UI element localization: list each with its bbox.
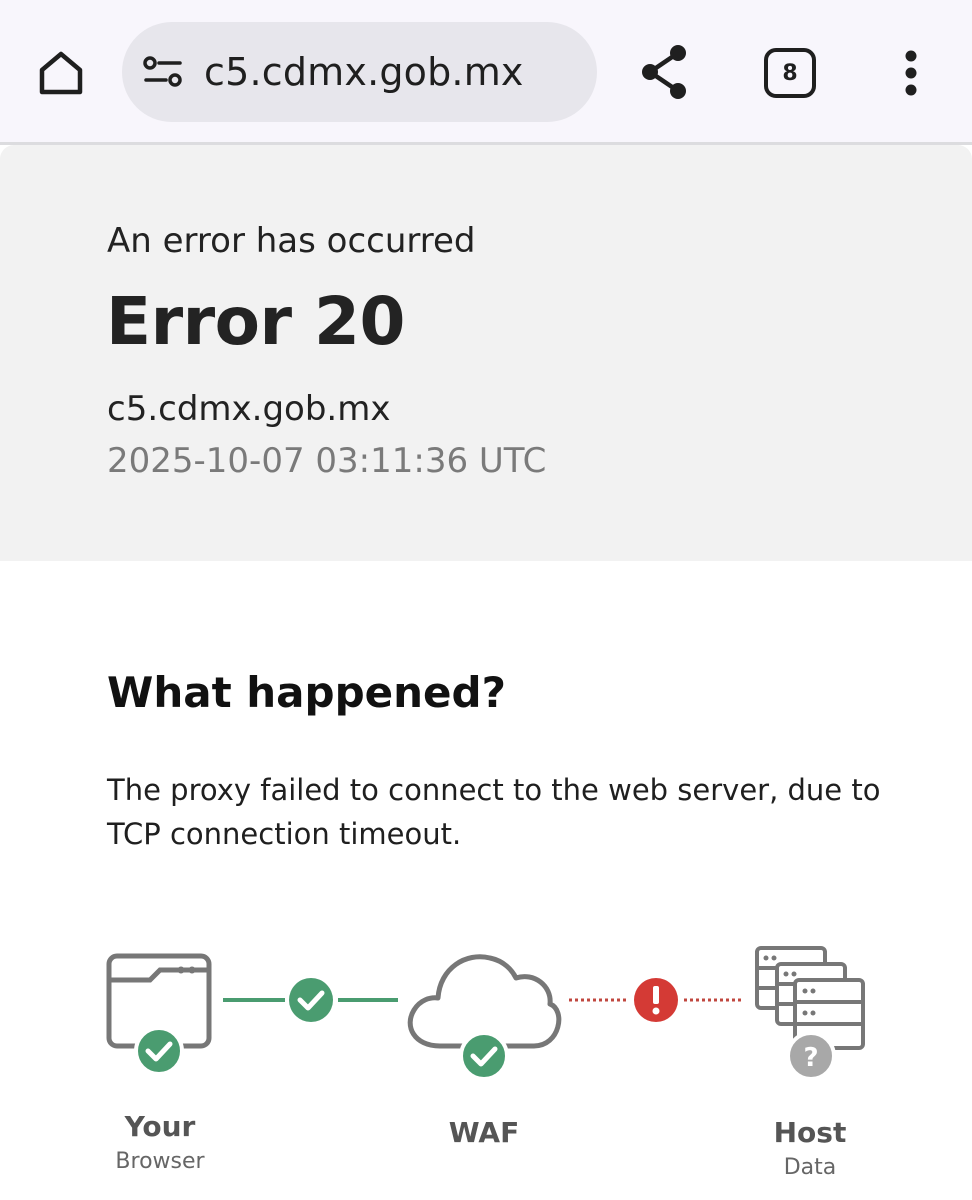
node-browser: Your Browser [60,1110,260,1174]
address-bar[interactable]: c5.cdmx.gob.mx [122,22,597,122]
tab-switcher-button[interactable]: 8 [764,48,816,98]
url-text[interactable]: c5.cdmx.gob.mx [204,22,524,122]
more-menu-button[interactable] [892,46,930,100]
browser-toolbar: c5.cdmx.gob.mx 8 [0,0,972,142]
error-host: c5.cdmx.gob.mx [107,389,391,429]
what-happened-heading: What happened? [107,668,506,717]
waf-ok-icon [459,1031,509,1081]
error-subtitle: An error has occurred [107,221,476,261]
browser-ok-icon [134,1026,184,1076]
node-waf-title: WAF [448,1116,520,1149]
home-icon [39,51,83,95]
what-happened-text: The proxy failed to connect to the web s… [107,773,881,851]
node-host-subtitle: Data [783,1155,837,1180]
error-timestamp: 2025-10-07 03:11:36 UTC [107,441,547,481]
connection-diagram: ? Your Browser WAF Host Data [0,930,972,1200]
site-settings-icon[interactable] [142,54,184,90]
error-title: Error 20 [106,283,405,360]
home-button[interactable] [32,46,90,100]
node-waf: WAF [384,1116,584,1149]
svg-text:?: ? [803,1043,818,1073]
tab-count: 8 [782,60,798,86]
error-header: An error has occurred Error 20 c5.cdmx.g… [0,145,972,561]
host-unknown-icon: ? [786,1031,836,1081]
link-ok-icon [289,978,333,1022]
node-browser-title: Your [124,1110,196,1143]
node-host-title: Host [773,1116,847,1149]
link-error-icon [634,978,678,1022]
node-host: Host Data [710,1116,910,1180]
node-browser-subtitle: Browser [115,1149,205,1174]
share-button[interactable] [636,42,692,102]
more-vert-icon [905,50,917,96]
share-icon [642,45,686,99]
